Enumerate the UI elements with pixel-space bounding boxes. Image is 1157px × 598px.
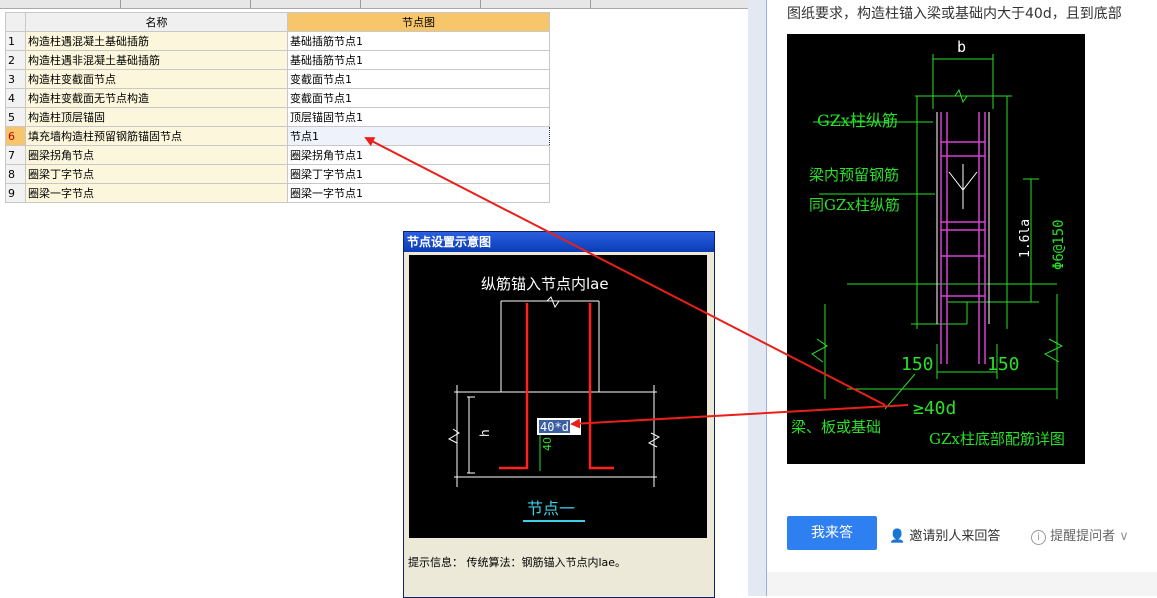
- diagram-caption: 节点一: [527, 499, 575, 518]
- table-row[interactable]: 7 圈梁拐角节点 圈梁拐角节点1: [5, 145, 550, 165]
- cell-node[interactable]: 顶层锚固节点1: [287, 107, 550, 127]
- cell-node[interactable]: 圈梁丁字节点1: [287, 164, 550, 184]
- cell-name[interactable]: 构造柱遇非混凝土基础插筋: [25, 50, 288, 70]
- table-row[interactable]: 8 圈梁丁字节点 圈梁丁字节点1: [5, 164, 550, 184]
- question-text: 图纸要求，构造柱锚入梁或基础内大于40d，且到底部: [787, 6, 1122, 22]
- row-number: 8: [5, 164, 26, 184]
- cell-name[interactable]: 圈梁一字节点: [25, 183, 288, 203]
- row-number: 3: [5, 69, 26, 89]
- cell-name[interactable]: 构造柱遇混凝土基础插筋: [25, 31, 288, 51]
- top-tab-strip[interactable]: [0, 0, 748, 9]
- chevron-down-icon: ∨: [1119, 529, 1129, 544]
- user-icon: 👤: [889, 529, 906, 544]
- table-row[interactable]: 1 构造柱遇混凝土基础插筋 基础插筋节点1: [5, 31, 550, 51]
- dim-40-label: 40: [541, 437, 554, 451]
- table-row[interactable]: 5 构造柱顶层锚固 顶层锚固节点1: [5, 107, 550, 127]
- cad-beam-bar-2: 同GZx柱纵筋: [809, 196, 900, 214]
- wall-outline: [454, 296, 657, 487]
- cad-detail-title: GZx柱底部配筋详图: [929, 430, 1065, 448]
- cad-dim-150-right: 150: [987, 354, 1020, 375]
- row-number: 7: [5, 145, 26, 165]
- cad-base: 梁、板或基础: [791, 418, 881, 436]
- cell-name[interactable]: 圈梁拐角节点: [25, 145, 288, 165]
- cad-ge40d: ≥40d: [913, 398, 956, 419]
- remind-label: 提醒提问者: [1050, 529, 1116, 544]
- article-bottom-strip: [767, 572, 1157, 596]
- tab-segment[interactable]: [250, 0, 361, 8]
- cad-len: 1.6la: [1018, 219, 1033, 258]
- cell-name[interactable]: 圈梁丁字节点: [25, 164, 288, 184]
- height-label: h: [478, 429, 492, 437]
- answer-button[interactable]: 我来答: [787, 516, 877, 550]
- table-header-row: 名称 节点图: [5, 12, 550, 32]
- node-diagram-dialog: 节点设置示意图 纵筋锚入节点内lae h 40 40*d 节点一 提示信息： 传…: [403, 231, 715, 598]
- row-number: 5: [5, 107, 26, 127]
- table-row[interactable]: 9 圈梁一字节点 圈梁一字节点1: [5, 183, 550, 203]
- cad-stirrup: Φ6@150: [1051, 219, 1067, 270]
- cad-gz-bar: GZx柱纵筋: [817, 111, 898, 130]
- table-row[interactable]: 3 构造柱变截面节点 变截面节点1: [5, 69, 550, 89]
- node-settings-table: 名称 节点图 1 构造柱遇混凝土基础插筋 基础插筋节点1 2 构造柱遇非混凝土基础插筋基…: [5, 12, 550, 203]
- table-row[interactable]: 6 填充墙构造柱预留钢筋锚固节点 节点1: [5, 126, 550, 146]
- cell-node[interactable]: 变截面节点1: [287, 69, 550, 89]
- cad-b-label: b: [957, 38, 966, 56]
- cad-beam-bar-1: 梁内预留钢筋: [809, 166, 899, 184]
- info-icon: i: [1031, 530, 1046, 545]
- cell-name[interactable]: 构造柱变截面节点: [25, 69, 288, 89]
- corner-cell: [5, 12, 26, 32]
- row-number: 9: [5, 183, 26, 203]
- column-header-name[interactable]: 名称: [25, 12, 288, 32]
- cell-node[interactable]: 基础插筋节点1: [287, 50, 550, 70]
- row-number: 4: [5, 88, 26, 108]
- diagram-title: 纵筋锚入节点内lae: [481, 275, 609, 293]
- cell-name[interactable]: 构造柱顶层锚固: [25, 107, 288, 127]
- table-row[interactable]: 4 构造柱变截面无节点构造 变截面节点1: [5, 88, 550, 108]
- qa-article: 图纸要求，构造柱锚入梁或基础内大于40d，且到底部 b GZx柱纵筋 梁内预留钢…: [767, 0, 1157, 596]
- row-number: 2: [5, 50, 26, 70]
- tab-segment[interactable]: [480, 0, 591, 8]
- invite-label: 邀请别人来回答: [909, 529, 1001, 544]
- rebar-lines: [499, 303, 614, 470]
- hint-text: 提示信息： 传统算法：钢筋锚入节点内lae。: [408, 556, 627, 569]
- dock-strip: [748, 0, 767, 596]
- cad-magenta-bars: [940, 112, 986, 364]
- row-number: 1: [5, 31, 26, 51]
- tab-segment[interactable]: [120, 0, 251, 8]
- cell-node[interactable]: 变截面节点1: [287, 88, 550, 108]
- cell-node[interactable]: 基础插筋节点1: [287, 31, 550, 51]
- cad-detail-image: b GZx柱纵筋 梁内预留钢筋 同GZx柱纵筋 1.6la Φ6@150 150…: [787, 34, 1085, 464]
- invite-answer-link[interactable]: 👤 邀请别人来回答: [889, 525, 1000, 544]
- dialog-title: 节点设置示意图: [404, 232, 714, 252]
- cell-name[interactable]: 填充墙构造柱预留钢筋锚固节点: [25, 126, 288, 146]
- cell-node[interactable]: 节点1: [287, 126, 550, 146]
- row-number: 6: [5, 126, 26, 146]
- cell-node[interactable]: 圈梁一字节点1: [287, 183, 550, 203]
- tab-segment[interactable]: [0, 0, 121, 8]
- cell-node[interactable]: 圈梁拐角节点1: [287, 145, 550, 165]
- tab-segment[interactable]: [360, 0, 481, 8]
- cell-name[interactable]: 构造柱变截面无节点构造: [25, 88, 288, 108]
- column-header-node[interactable]: 节点图: [287, 12, 550, 32]
- anchor-input-value[interactable]: 40*d: [540, 420, 569, 434]
- remind-asker-link[interactable]: i 提醒提问者 ∨: [1031, 525, 1129, 545]
- table-row[interactable]: 2 构造柱遇非混凝土基础插筋 基础插筋节点1: [5, 50, 550, 70]
- cad-dim-150-left: 150: [901, 354, 934, 375]
- node-diagram-canvas: 纵筋锚入节点内lae h 40 40*d 节点一: [409, 255, 707, 538]
